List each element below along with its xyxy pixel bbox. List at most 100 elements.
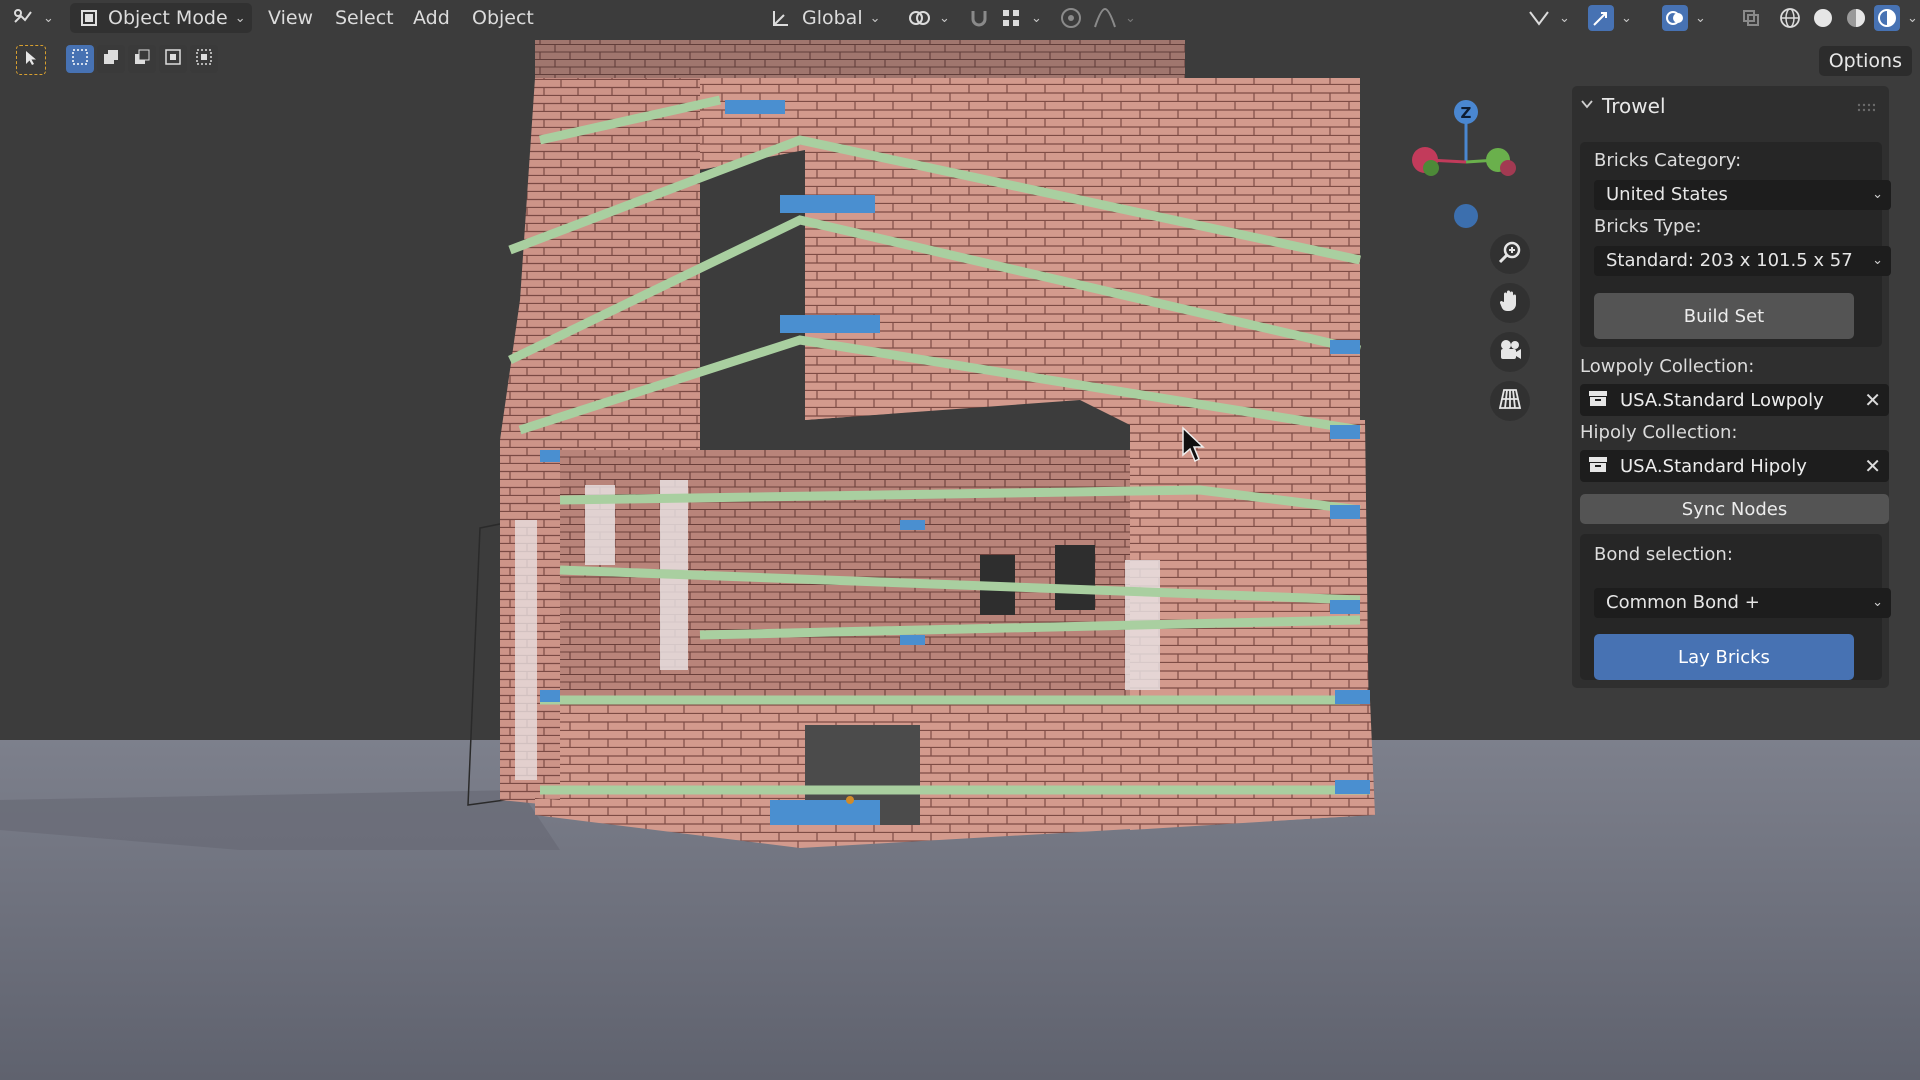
trowel-panel-header[interactable]: Trowel	[1572, 86, 1889, 126]
camera-icon	[1497, 337, 1523, 367]
select-invert-icon	[164, 48, 182, 70]
rendered-shading-icon	[1874, 5, 1900, 31]
proportional-toggle[interactable]	[1058, 4, 1084, 32]
gizmo-icon	[1588, 5, 1614, 31]
trowel-title: Trowel	[1602, 94, 1666, 118]
mode-label: Object Mode	[108, 7, 228, 29]
drag-handle-icon[interactable]	[1857, 98, 1876, 117]
editor-type-selector[interactable]: ⌄	[10, 4, 54, 32]
select-extend-icon	[102, 48, 120, 70]
viewport-header: ⌄ Object Mode ⌄ View Select Add Object G…	[0, 0, 1920, 36]
perspective-toggle-button[interactable]	[1490, 381, 1530, 421]
pivot-dropdown[interactable]: ⌄	[906, 4, 950, 32]
xray-icon	[1738, 5, 1764, 31]
snap-grid-icon	[998, 5, 1024, 31]
overlay-toggle[interactable]: ⌄	[1662, 4, 1706, 32]
zoom-button[interactable]	[1490, 234, 1530, 274]
chevron-down-icon: ⌄	[939, 10, 950, 26]
proportional-icon	[1058, 5, 1084, 31]
chevron-down-icon: ⌄	[43, 10, 54, 26]
mode-dropdown[interactable]: Object Mode ⌄	[70, 3, 252, 33]
material-shading-button[interactable]	[1843, 4, 1869, 32]
rendered-shading-button[interactable]: ⌄	[1874, 4, 1918, 32]
collection-icon	[1588, 389, 1608, 412]
chevron-down-icon: ⌄	[1559, 10, 1570, 26]
pivot-icon	[906, 5, 932, 31]
select-tool-icon	[22, 49, 40, 71]
lowpoly-collection-field[interactable]: USA.Standard Lowpoly ✕	[1580, 384, 1889, 416]
snap-toggle[interactable]	[966, 4, 992, 32]
transform-orientation-icon	[768, 5, 794, 31]
zoom-icon	[1497, 239, 1523, 269]
bricks-category-dropdown[interactable]: United States ⌄	[1594, 180, 1891, 210]
select-extend-button[interactable]	[97, 45, 125, 73]
lowpoly-collection-value: USA.Standard Lowpoly	[1620, 389, 1824, 411]
solid-shading-icon	[1810, 5, 1836, 31]
bond-box: Bond selection: Common Bond + ⌄ Lay Bric…	[1580, 534, 1891, 680]
chevron-down-icon: ⌄	[1621, 10, 1632, 26]
chevron-down-icon: ⌄	[1907, 10, 1918, 26]
chevron-down-icon: ⌄	[234, 10, 246, 26]
selection-mode-group	[66, 45, 218, 73]
select-new-button[interactable]	[66, 45, 94, 73]
chevron-down-icon: ⌄	[869, 10, 881, 26]
build-set-button[interactable]: Build Set	[1594, 293, 1854, 339]
hand-icon	[1497, 288, 1523, 318]
bricks-category-value: United States	[1606, 184, 1728, 205]
visibility-icon	[1526, 5, 1552, 31]
bricks-set-box: Bricks Category: United States ⌄ Bricks …	[1580, 142, 1891, 347]
select-new-icon	[71, 48, 89, 70]
overlay-icon	[1662, 5, 1688, 31]
material-shading-icon	[1843, 5, 1869, 31]
wireframe-shading-button[interactable]	[1777, 4, 1803, 32]
chevron-down-icon: ⌄	[1872, 253, 1883, 268]
trowel-panel: Trowel Bricks Category: United States ⌄ …	[1572, 86, 1891, 688]
close-icon[interactable]: ✕	[1864, 388, 1881, 412]
transform-orientation-dropdown[interactable]: Global ⌄	[768, 4, 881, 32]
bricks-category-label: Bricks Category:	[1594, 150, 1742, 171]
orientation-label: Global	[802, 7, 863, 29]
menu-object[interactable]: Object	[472, 4, 534, 32]
gizmo-toggle[interactable]: ⌄	[1588, 4, 1632, 32]
hipoly-collection-field[interactable]: USA.Standard Hipoly ✕	[1580, 450, 1889, 482]
collection-icon	[1588, 455, 1608, 478]
hipoly-collection-value: USA.Standard Hipoly	[1620, 455, 1807, 477]
chevron-down-icon: ⌄	[1872, 595, 1883, 610]
bond-selection-value: Common Bond +	[1606, 592, 1760, 613]
visibility-dropdown[interactable]: ⌄	[1526, 4, 1570, 32]
bond-selection-dropdown[interactable]: Common Bond + ⌄	[1594, 588, 1891, 618]
bricks-type-dropdown[interactable]: Standard: 203 x 101.5 x 57 ⌄	[1594, 246, 1891, 276]
bricks-type-label: Bricks Type:	[1594, 216, 1702, 237]
active-tool-group	[16, 45, 46, 75]
menu-select[interactable]: Select	[335, 4, 394, 32]
camera-view-button[interactable]	[1490, 332, 1530, 372]
options-button[interactable]: Options	[1818, 46, 1912, 76]
select-tool-button[interactable]	[16, 45, 46, 75]
select-subtract-icon	[133, 48, 151, 70]
sync-nodes-button[interactable]: Sync Nodes	[1580, 494, 1889, 524]
menu-view[interactable]: View	[268, 4, 313, 32]
falloff-dropdown[interactable]: ⌄	[1092, 4, 1136, 32]
snap-target-dropdown[interactable]: ⌄	[998, 4, 1042, 32]
lowpoly-collection-label: Lowpoly Collection:	[1580, 356, 1755, 377]
chevron-down-icon	[1580, 97, 1594, 115]
snap-icon	[966, 5, 992, 31]
editor-type-icon	[10, 5, 36, 31]
pan-button[interactable]	[1490, 283, 1530, 323]
chevron-down-icon: ⌄	[1125, 10, 1136, 26]
gizmo-z-label: Z	[1461, 104, 1472, 122]
hipoly-collection-label: Hipoly Collection:	[1580, 422, 1738, 443]
xray-toggle[interactable]	[1738, 4, 1764, 32]
select-invert-button[interactable]	[159, 45, 187, 73]
select-subtract-button[interactable]	[128, 45, 156, 73]
lay-bricks-button[interactable]: Lay Bricks	[1594, 634, 1854, 680]
wireframe-shading-icon	[1777, 5, 1803, 31]
chevron-down-icon: ⌄	[1031, 10, 1042, 26]
select-intersect-icon	[195, 48, 213, 70]
grid-icon	[1497, 386, 1523, 416]
solid-shading-button[interactable]	[1810, 4, 1836, 32]
bricks-type-value: Standard: 203 x 101.5 x 57	[1606, 250, 1853, 271]
menu-add[interactable]: Add	[413, 4, 450, 32]
close-icon[interactable]: ✕	[1864, 454, 1881, 478]
select-intersect-button[interactable]	[190, 45, 218, 73]
